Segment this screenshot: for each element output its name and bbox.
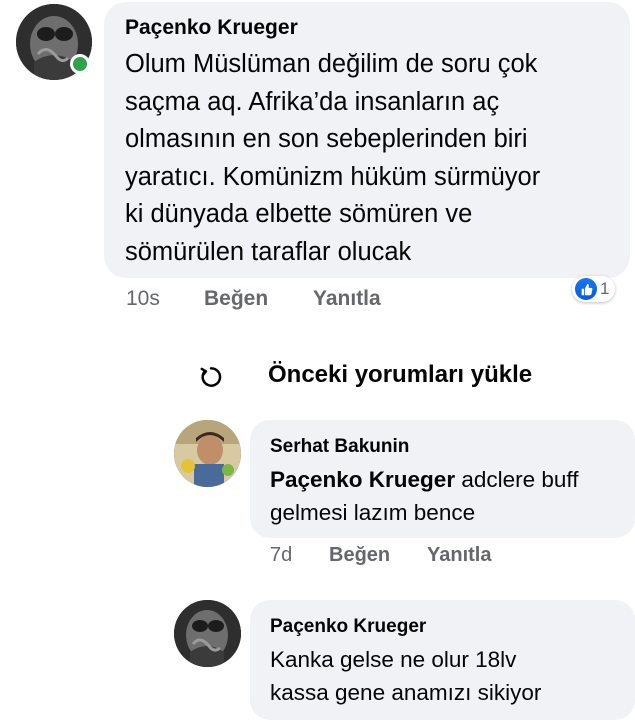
- reply-bubble[interactable]: Serhat Bakunin Paçenko Krueger adclere b…: [250, 420, 635, 538]
- mention-link[interactable]: Paçenko Krueger: [270, 467, 455, 492]
- like-button[interactable]: Beğen: [204, 287, 268, 311]
- reply-text-fragment: adclere buff: [455, 467, 579, 492]
- comment-text-line: olmasının en son sebeplerinden biri: [125, 125, 528, 153]
- comment-bubble[interactable]: Paçenko Krueger Olum Müslüman değilim de…: [104, 2, 630, 278]
- reply-text-line: Paçenko Krueger adclere buff: [270, 463, 579, 496]
- reaction-count: 1: [600, 279, 610, 298]
- load-previous-comments[interactable]: Önceki yorumları yükle: [196, 358, 616, 394]
- comment-text-line: saçma aq. Afrika’da insanların aç: [125, 87, 500, 116]
- comment-time[interactable]: 10s: [126, 287, 160, 311]
- reply-button[interactable]: Yanıtla: [313, 287, 381, 311]
- avatar[interactable]: [174, 600, 241, 667]
- reply-bubble[interactable]: Paçenko Krueger Kanka gelse ne olur 18lv…: [250, 600, 635, 720]
- reply-author[interactable]: Paçenko Krueger: [270, 616, 426, 638]
- reply-author[interactable]: Serhat Bakunin: [270, 436, 409, 458]
- reply-button[interactable]: Yanıtla: [427, 544, 491, 567]
- online-status-dot: [70, 54, 90, 74]
- reply-text-line: gelmesi lazım bence: [270, 500, 476, 525]
- comment-text-line: ki dünyada elbette sömüren ve: [125, 200, 473, 228]
- load-previous-label: Önceki yorumları yükle: [268, 361, 533, 388]
- reply-text-line: kassa gene anamızı sikiyor: [270, 680, 542, 705]
- reply-text: Paçenko Krueger adclere buff gelmesi laz…: [270, 463, 579, 529]
- avatar[interactable]: [174, 420, 241, 487]
- comment-text-line: yaratıcı. Komünizm hüküm sürmüyor: [125, 162, 541, 191]
- reply-time[interactable]: 7d: [270, 544, 292, 567]
- reload-icon: [198, 364, 224, 390]
- comment-text-line: Olum Müslüman değilim de soru çok: [125, 50, 538, 78]
- comment-text: Olum Müslüman değilim de soru çok saçma …: [125, 46, 540, 271]
- comment-author[interactable]: Paçenko Krueger: [125, 16, 298, 40]
- like-button[interactable]: Beğen: [329, 544, 390, 567]
- like-icon: [575, 278, 597, 300]
- reply-text-line: Kanka gelse ne olur 18lv: [270, 647, 517, 672]
- reply-text: Kanka gelse ne olur 18lv kassa gene anam…: [270, 643, 541, 709]
- comment-text-line: sömürülen taraflar olucak: [125, 237, 412, 266]
- reaction-badge[interactable]: 1: [572, 276, 616, 302]
